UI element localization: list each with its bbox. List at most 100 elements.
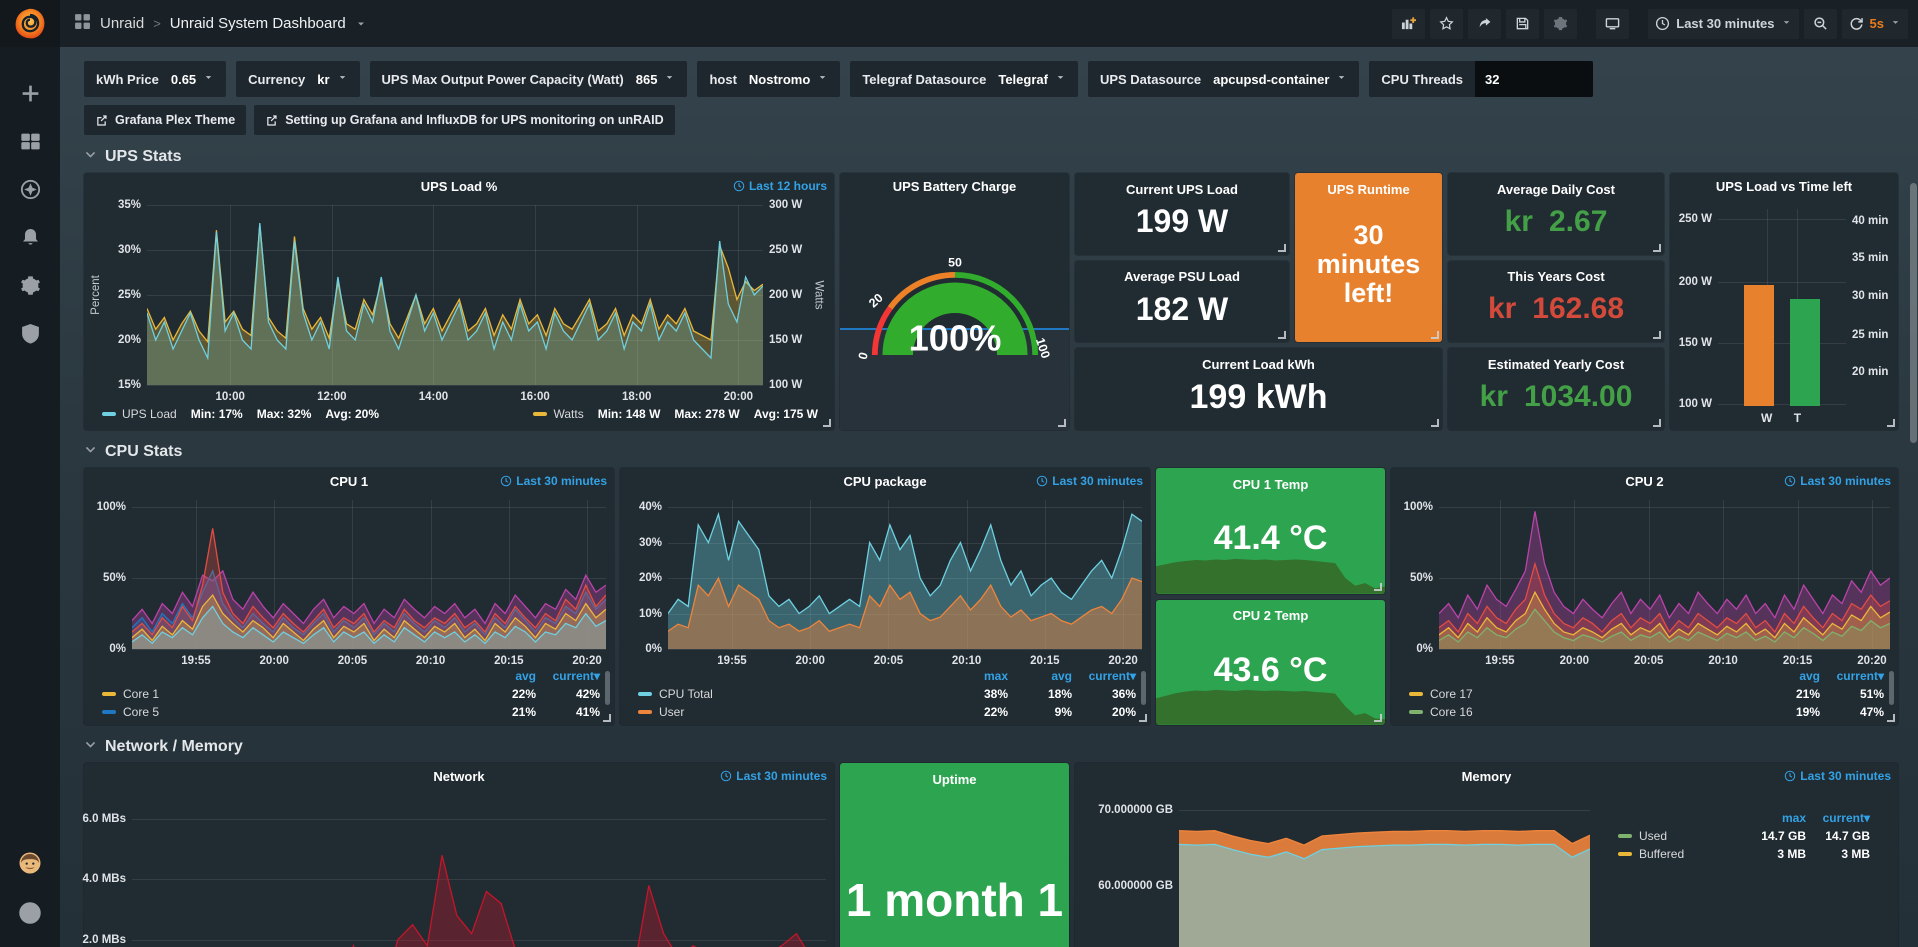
panel-time-range[interactable]: Last 30 minutes xyxy=(720,763,827,789)
caret-down-icon[interactable] xyxy=(355,14,367,34)
panel-title[interactable]: This Years Cost xyxy=(1448,261,1664,285)
dashboard-link[interactable]: Setting up Grafana and InfluxDB for UPS … xyxy=(254,105,674,135)
legend-series[interactable]: CPU Total xyxy=(638,687,944,701)
chart-canvas[interactable] xyxy=(132,795,826,947)
variable-kwh-price[interactable]: kWh Price0.65 xyxy=(84,61,226,97)
sidebar-item-dashboards[interactable] xyxy=(8,121,52,161)
legend-series[interactable]: User xyxy=(638,705,944,719)
page-scrollbar[interactable] xyxy=(1910,183,1917,443)
panel-title[interactable]: Estimated Yearly Cost xyxy=(1448,348,1664,372)
chart-canvas[interactable] xyxy=(1179,795,1590,947)
dashboard-link[interactable]: Grafana Plex Theme xyxy=(84,105,246,135)
legend-col-avg[interactable]: avg xyxy=(1756,669,1820,683)
legend-scrollbar[interactable] xyxy=(1889,671,1894,705)
share-button[interactable] xyxy=(1468,9,1501,39)
variable-cpu-threads[interactable]: CPU Threads32 xyxy=(1369,61,1593,97)
sidebar-item-help[interactable] xyxy=(8,893,52,933)
add-panel-button[interactable] xyxy=(1392,9,1425,39)
bar-w[interactable] xyxy=(1744,285,1774,406)
variable-host[interactable]: hostNostromo xyxy=(697,61,840,97)
variable-input[interactable]: 32 xyxy=(1475,61,1593,97)
section-network-memory[interactable]: Network / Memory xyxy=(84,738,1898,756)
legend-series[interactable]: Core 17 xyxy=(1409,687,1756,701)
variable-value[interactable]: 865 xyxy=(636,72,658,87)
settings-button[interactable] xyxy=(1544,9,1577,39)
legend-series[interactable]: UPS LoadMin: 17%Max: 32%Avg: 20% xyxy=(102,407,379,421)
panel-time-range[interactable]: Last 12 hours xyxy=(733,173,827,199)
legend-scrollbar[interactable] xyxy=(605,671,610,705)
panel-time-range[interactable]: Last 30 minutes xyxy=(1784,763,1891,789)
sidebar-item-shield[interactable] xyxy=(8,313,52,353)
chart-canvas[interactable] xyxy=(1439,500,1890,649)
time-picker-button[interactable]: Last 30 minutes xyxy=(1648,9,1798,39)
legend-series[interactable]: Core 16 xyxy=(1409,705,1756,719)
legend-col-current[interactable]: current▾ xyxy=(1072,669,1136,683)
sidebar-item-alerting[interactable] xyxy=(8,217,52,257)
variable-value[interactable]: 0.65 xyxy=(171,72,196,87)
section-ups-stats[interactable]: UPS Stats xyxy=(84,148,1898,166)
legend-scrollbar[interactable] xyxy=(1141,671,1146,705)
legend-series[interactable]: Core 5 xyxy=(102,705,472,719)
svg-text:20: 20 xyxy=(866,291,886,311)
legend-col-max[interactable]: max xyxy=(944,669,1008,683)
legend-col-current[interactable]: current▾ xyxy=(536,669,600,683)
panel-title[interactable]: Current UPS Load xyxy=(1075,173,1289,197)
variable-currency[interactable]: Currencykr xyxy=(236,61,359,97)
zoom-out-button[interactable] xyxy=(1804,9,1837,39)
panel-title[interactable]: MemoryLast 30 minutes xyxy=(1075,763,1898,789)
panel-title[interactable]: UPS Runtime xyxy=(1295,173,1442,197)
variable-value[interactable]: Telegraf xyxy=(998,72,1048,87)
variable-ups-datasource[interactable]: UPS Datasourceapcupsd-container xyxy=(1088,61,1359,97)
caret-down-icon xyxy=(657,70,675,88)
legend-series[interactable]: WattsMin: 148 WMax: 278 WAvg: 175 W xyxy=(533,407,818,421)
panel-title[interactable]: Average Daily Cost xyxy=(1448,173,1664,197)
breadcrumb-root[interactable]: Unraid xyxy=(100,15,144,32)
save-button[interactable] xyxy=(1506,9,1539,39)
variable-value[interactable]: apcupsd-container xyxy=(1213,72,1329,87)
panel-title[interactable]: CPU 1Last 30 minutes xyxy=(84,468,614,494)
panel-title[interactable]: Average PSU Load xyxy=(1075,261,1289,285)
panel-title[interactable]: CPU packageLast 30 minutes xyxy=(620,468,1150,494)
variable-telegraf-datasource[interactable]: Telegraf DatasourceTelegraf xyxy=(850,61,1078,97)
legend-col-current[interactable]: current▾ xyxy=(1820,669,1884,683)
panel-title[interactable]: Current Load kWh xyxy=(1075,348,1442,372)
variable-ups-max-output-power-capacity-watt-[interactable]: UPS Max Output Power Capacity (Watt)865 xyxy=(370,61,688,97)
variable-value[interactable]: Nostromo xyxy=(749,72,810,87)
panel-title[interactable]: CPU 1 Temp xyxy=(1156,468,1385,492)
cycle-view-button[interactable] xyxy=(1596,9,1629,39)
star-button[interactable] xyxy=(1430,9,1463,39)
legend-col-avg[interactable]: avg xyxy=(472,669,536,683)
refresh-button[interactable]: 5s xyxy=(1842,9,1908,39)
variable-value[interactable]: kr xyxy=(317,72,329,87)
panel-title[interactable]: CPU 2 Temp xyxy=(1156,600,1385,624)
apps-grid-icon[interactable] xyxy=(74,13,91,34)
legend-series[interactable]: Used xyxy=(1618,829,1742,843)
panel-title[interactable]: NetworkLast 30 minutes xyxy=(84,763,834,789)
panel-time-range[interactable]: Last 30 minutes xyxy=(1036,468,1143,494)
panel-time-range[interactable]: Last 30 minutes xyxy=(1784,468,1891,494)
chart-canvas[interactable] xyxy=(668,500,1142,649)
bar-t[interactable] xyxy=(1790,299,1820,406)
section-cpu-stats[interactable]: CPU Stats xyxy=(84,443,1898,461)
chart-canvas[interactable] xyxy=(147,205,763,385)
page-title[interactable]: Unraid System Dashboard xyxy=(170,15,346,32)
legend-col-current[interactable]: current▾ xyxy=(1806,811,1870,825)
currency: kr xyxy=(1505,205,1533,239)
sidebar-item-plus[interactable] xyxy=(8,73,52,113)
chart-canvas[interactable] xyxy=(132,500,606,649)
panel-title[interactable]: Uptime xyxy=(840,763,1069,787)
grafana-logo[interactable] xyxy=(0,0,60,47)
panel-time-range[interactable]: Last 30 minutes xyxy=(500,468,607,494)
panel-title[interactable]: CPU 2Last 30 minutes xyxy=(1391,468,1898,494)
legend-series[interactable]: Core 1 xyxy=(102,687,472,701)
legend-series[interactable]: Buffered xyxy=(1618,847,1742,861)
y-tick: 20% xyxy=(639,572,662,584)
legend-col-avg[interactable]: avg xyxy=(1008,669,1072,683)
panel-title[interactable]: UPS Load vs Time left xyxy=(1670,173,1898,199)
sidebar-item-configuration[interactable] xyxy=(8,265,52,305)
sidebar-item-avatar[interactable] xyxy=(8,843,52,883)
panel-title[interactable]: UPS Battery Charge xyxy=(840,173,1069,199)
sidebar-item-explore[interactable] xyxy=(8,169,52,209)
panel-title[interactable]: UPS Load %Last 12 hours xyxy=(84,173,834,199)
legend-col-max[interactable]: max xyxy=(1742,811,1806,825)
